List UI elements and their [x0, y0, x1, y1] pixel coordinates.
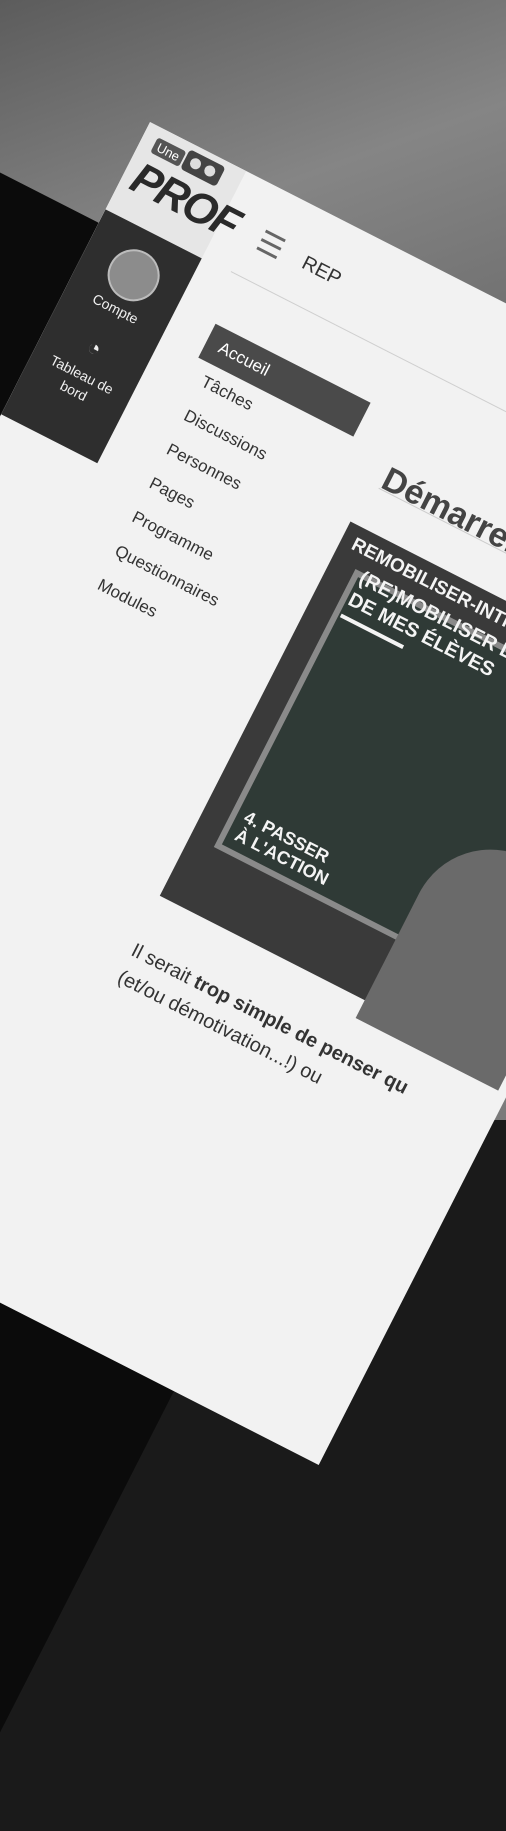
dashboard-gauge-icon[interactable]: ◔: [77, 331, 112, 366]
course-title: REP: [298, 252, 345, 291]
tablet-screen: Une PROF Compte ◔ Tableau de bord ☰ REP …: [0, 122, 506, 1465]
hamburger-menu-icon[interactable]: ☰: [251, 224, 291, 267]
